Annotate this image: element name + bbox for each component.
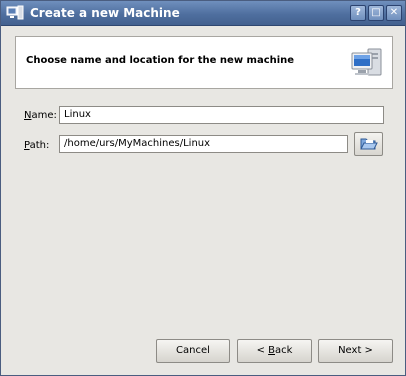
computer-monitor-icon [351, 48, 382, 76]
cancel-button[interactable]: Cancel [156, 339, 230, 363]
back-button[interactable]: < Back [237, 339, 312, 363]
wizard-header: Choose name and location for the new mac… [15, 36, 393, 89]
name-label: Name: [24, 110, 57, 121]
computer-icon [6, 5, 24, 20]
window-title: Create a new Machine [30, 6, 180, 20]
wizard-heading: Choose name and location for the new mac… [26, 55, 295, 66]
path-input[interactable]: /home/urs/MyMachines/Linux [59, 135, 348, 153]
close-button[interactable]: ✕ [386, 5, 402, 21]
next-button[interactable]: Next > [318, 339, 393, 363]
maximize-button[interactable]: □ [368, 5, 384, 21]
title-bar[interactable]: Create a new Machine ? □ ✕ [1, 1, 405, 26]
folder-open-icon [360, 138, 378, 150]
name-input[interactable]: Linux [59, 106, 384, 124]
help-button[interactable]: ? [350, 5, 366, 21]
create-machine-dialog: Create a new Machine ? □ ✕ Choose name a… [0, 0, 406, 376]
path-label: Path: [24, 140, 50, 151]
browse-path-button[interactable] [354, 132, 383, 156]
